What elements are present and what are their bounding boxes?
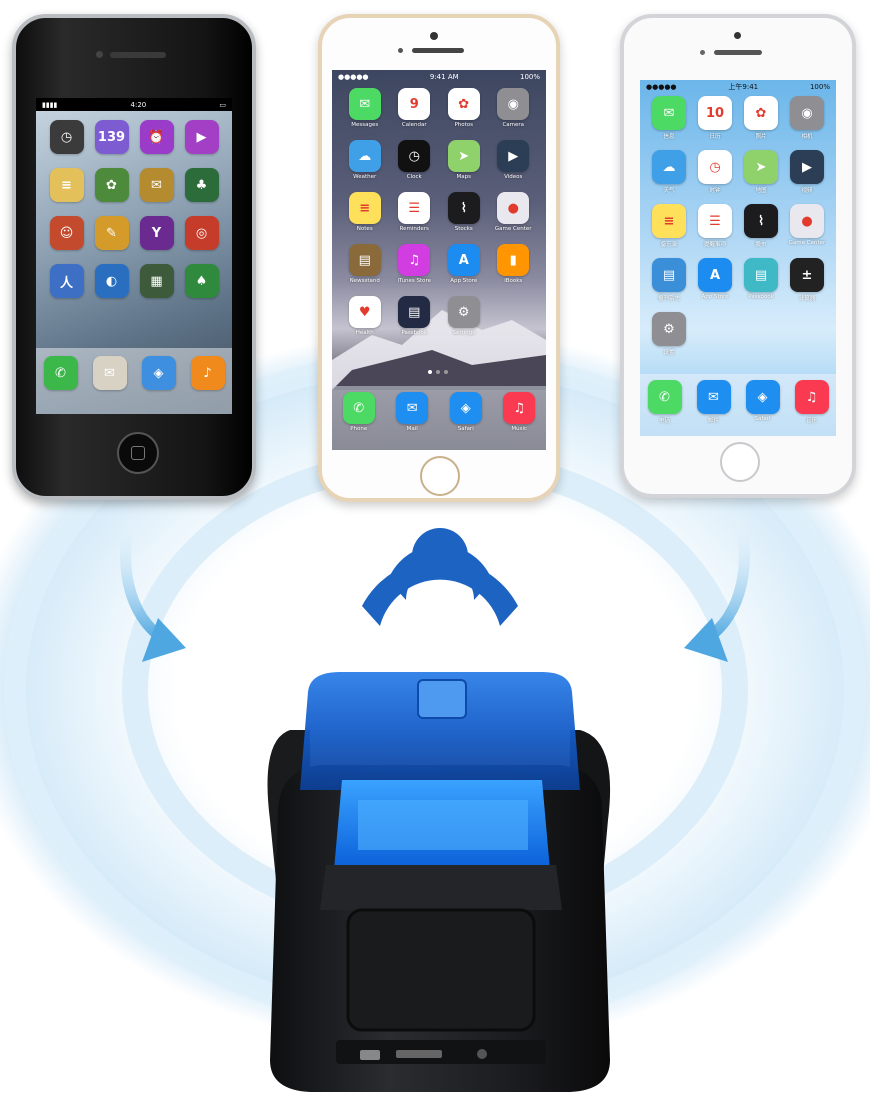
feed-button[interactable]	[396, 1050, 442, 1058]
left-arrow-icon	[120, 504, 186, 662]
cover-release-button[interactable]	[417, 679, 467, 719]
status-led	[477, 1049, 487, 1059]
right-arrow-icon	[684, 504, 750, 662]
printer-front-door	[346, 908, 536, 1032]
printer-top-panel	[320, 865, 562, 910]
product-scene: ▮▮▮▮ 4:20 ▭ ◷ 139 ⏰ ▶ ≡ ✿ ✉ ♣ ☺ ✎ Y ◎ 人 ◐ ▦ ♠ ✆ ✉ ◈ ♪ ●●●●…	[0, 0, 870, 1100]
power-switch[interactable]	[360, 1050, 380, 1060]
thermal-printer	[267, 672, 611, 1092]
paper-roll	[358, 800, 528, 850]
wireless-signal-icon	[362, 528, 518, 626]
